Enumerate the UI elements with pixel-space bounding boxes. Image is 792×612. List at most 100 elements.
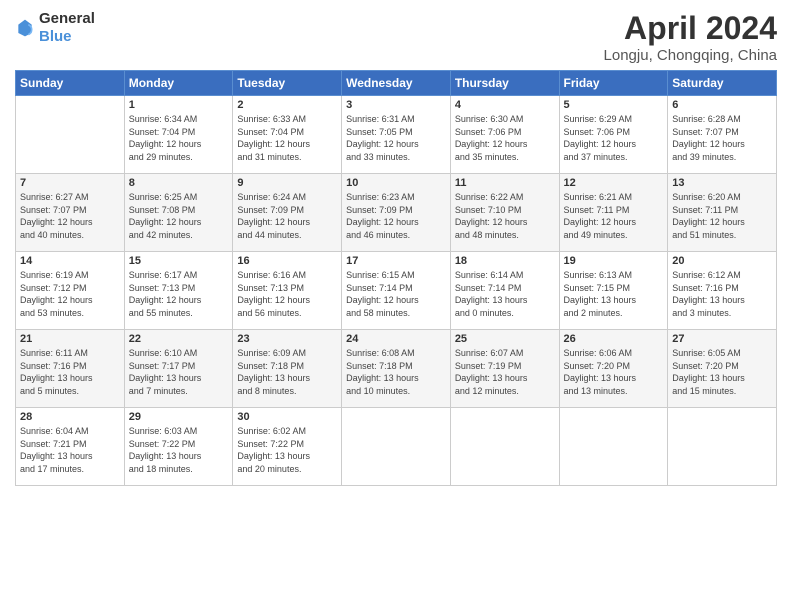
day-number: 16 [237, 255, 337, 267]
title-block: April 2024 Longju, Chongqing, China [604, 10, 777, 64]
day-info: Sunrise: 6:17 AM Sunset: 7:13 PM Dayligh… [129, 269, 229, 319]
calendar-cell: 7Sunrise: 6:27 AM Sunset: 7:07 PM Daylig… [16, 174, 125, 252]
calendar-cell: 30 Sunrise: 6:02 AM Sunset: 7:22 PM Dayli… [233, 408, 342, 486]
calendar-cell: 25Sunrise: 6:07 AM Sunset: 7:19 PM Dayli… [450, 330, 559, 408]
calendar-cell: 14 Sunrise: 6:19 AM Sunset: 7:12 PM Dayli… [16, 252, 125, 330]
day-info: Sunrise: 6:21 AM Sunset: 7:11 PM Dayligh… [564, 191, 664, 241]
day-number: 18 [455, 255, 555, 267]
day-number: 24 [346, 333, 446, 345]
day-info: Sunrise: 6:19 AM Sunset: 7:12 PM Dayligh… [20, 269, 120, 319]
weekday-header-saturday: Saturday [668, 71, 777, 96]
day-info: Sunrise: 6:16 AM Sunset: 7:13 PM Dayligh… [237, 269, 337, 319]
day-number: 30 [237, 411, 337, 423]
calendar-cell: 27 Sunrise: 6:05 AM Sunset: 7:20 PM Dayli… [668, 330, 777, 408]
weekday-header-wednesday: Wednesday [342, 71, 451, 96]
day-number: 8 [129, 177, 229, 189]
day-number: 19 [564, 255, 664, 267]
day-info: Sunrise: 6:11 AM Sunset: 7:16 PM Dayligh… [20, 347, 120, 397]
day-info: Sunrise: 6:25 AM Sunset: 7:08 PM Dayligh… [129, 191, 229, 241]
day-info: Sunrise: 6:05 AM Sunset: 7:20 PM Dayligh… [672, 347, 772, 397]
calendar-cell: 3 Sunrise: 6:31 AM Sunset: 7:05 PM Daylig… [342, 96, 451, 174]
logo-general: General [39, 10, 95, 27]
day-number: 4 [455, 99, 555, 111]
calendar-cell: 5 Sunrise: 6:29 AM Sunset: 7:06 PM Daylig… [559, 96, 668, 174]
day-number: 2 [237, 99, 337, 111]
day-info: Sunrise: 6:31 AM Sunset: 7:05 PM Dayligh… [346, 113, 446, 163]
logo-icon [15, 18, 35, 38]
day-info: Sunrise: 6:04 AM Sunset: 7:21 PM Dayligh… [20, 425, 120, 475]
day-number: 13 [672, 177, 772, 189]
calendar-cell: 18Sunrise: 6:14 AM Sunset: 7:14 PM Dayli… [450, 252, 559, 330]
day-number: 29 [129, 411, 229, 423]
day-info: Sunrise: 6:10 AM Sunset: 7:17 PM Dayligh… [129, 347, 229, 397]
calendar-cell: 16 Sunrise: 6:16 AM Sunset: 7:13 PM Dayli… [233, 252, 342, 330]
calendar-cell [342, 408, 451, 486]
weekday-header-sunday: Sunday [16, 71, 125, 96]
calendar-week-2: 7Sunrise: 6:27 AM Sunset: 7:07 PM Daylig… [16, 174, 777, 252]
calendar-cell: 9Sunrise: 6:24 AM Sunset: 7:09 PM Daylig… [233, 174, 342, 252]
day-info: Sunrise: 6:20 AM Sunset: 7:11 PM Dayligh… [672, 191, 772, 241]
calendar-cell [559, 408, 668, 486]
day-info: Sunrise: 6:30 AM Sunset: 7:06 PM Dayligh… [455, 113, 555, 163]
day-number: 27 [672, 333, 772, 345]
day-info: Sunrise: 6:33 AM Sunset: 7:04 PM Dayligh… [237, 113, 337, 163]
day-info: Sunrise: 6:12 AM Sunset: 7:16 PM Dayligh… [672, 269, 772, 319]
day-number: 15 [129, 255, 229, 267]
day-number: 20 [672, 255, 772, 267]
day-info: Sunrise: 6:29 AM Sunset: 7:06 PM Dayligh… [564, 113, 664, 163]
weekday-row: SundayMondayTuesdayWednesdayThursdayFrid… [16, 71, 777, 96]
calendar-cell: 12 Sunrise: 6:21 AM Sunset: 7:11 PM Dayli… [559, 174, 668, 252]
day-number: 3 [346, 99, 446, 111]
logo-blue: Blue [39, 28, 72, 45]
day-number: 14 [20, 255, 120, 267]
day-info: Sunrise: 6:13 AM Sunset: 7:15 PM Dayligh… [564, 269, 664, 319]
day-number: 6 [672, 99, 772, 111]
calendar-table: SundayMondayTuesdayWednesdayThursdayFrid… [15, 70, 777, 486]
calendar-cell: 26Sunrise: 6:06 AM Sunset: 7:20 PM Dayli… [559, 330, 668, 408]
day-number: 12 [564, 177, 664, 189]
calendar-cell: 28Sunrise: 6:04 AM Sunset: 7:21 PM Dayli… [16, 408, 125, 486]
calendar-cell: 24 Sunrise: 6:08 AM Sunset: 7:18 PM Dayli… [342, 330, 451, 408]
calendar-cell: 13 Sunrise: 6:20 AM Sunset: 7:11 PM Dayli… [668, 174, 777, 252]
calendar-week-3: 14 Sunrise: 6:19 AM Sunset: 7:12 PM Dayli… [16, 252, 777, 330]
day-info: Sunrise: 6:34 AM Sunset: 7:04 PM Dayligh… [129, 113, 229, 163]
day-number: 11 [455, 177, 555, 189]
calendar-week-1: 1 Sunrise: 6:34 AM Sunset: 7:04 PM Daylig… [16, 96, 777, 174]
day-info: Sunrise: 6:28 AM Sunset: 7:07 PM Dayligh… [672, 113, 772, 163]
day-info: Sunrise: 6:02 AM Sunset: 7:22 PM Dayligh… [237, 425, 337, 475]
day-info: Sunrise: 6:23 AM Sunset: 7:09 PM Dayligh… [346, 191, 446, 241]
day-number: 25 [455, 333, 555, 345]
calendar-cell: 17Sunrise: 6:15 AM Sunset: 7:14 PM Dayli… [342, 252, 451, 330]
calendar-body: 1 Sunrise: 6:34 AM Sunset: 7:04 PM Daylig… [16, 96, 777, 486]
weekday-header-tuesday: Tuesday [233, 71, 342, 96]
month-title: April 2024 [604, 10, 777, 47]
calendar-cell [450, 408, 559, 486]
calendar-cell: 23Sunrise: 6:09 AM Sunset: 7:18 PM Dayli… [233, 330, 342, 408]
day-info: Sunrise: 6:27 AM Sunset: 7:07 PM Dayligh… [20, 191, 120, 241]
day-number: 22 [129, 333, 229, 345]
calendar-cell: 15 Sunrise: 6:17 AM Sunset: 7:13 PM Dayli… [124, 252, 233, 330]
calendar-cell: 2 Sunrise: 6:33 AM Sunset: 7:04 PM Daylig… [233, 96, 342, 174]
calendar-cell: 8 Sunrise: 6:25 AM Sunset: 7:08 PM Daylig… [124, 174, 233, 252]
day-info: Sunrise: 6:03 AM Sunset: 7:22 PM Dayligh… [129, 425, 229, 475]
day-number: 5 [564, 99, 664, 111]
day-number: 26 [564, 333, 664, 345]
day-info: Sunrise: 6:08 AM Sunset: 7:18 PM Dayligh… [346, 347, 446, 397]
header: General Blue April 2024 Longju, Chongqin… [15, 10, 777, 64]
weekday-header-thursday: Thursday [450, 71, 559, 96]
day-number: 1 [129, 99, 229, 111]
day-info: Sunrise: 6:09 AM Sunset: 7:18 PM Dayligh… [237, 347, 337, 397]
calendar-cell: 21 Sunrise: 6:11 AM Sunset: 7:16 PM Dayli… [16, 330, 125, 408]
calendar-cell: 1 Sunrise: 6:34 AM Sunset: 7:04 PM Daylig… [124, 96, 233, 174]
day-number: 17 [346, 255, 446, 267]
location: Longju, Chongqing, China [604, 47, 777, 64]
calendar-cell: 19 Sunrise: 6:13 AM Sunset: 7:15 PM Dayli… [559, 252, 668, 330]
weekday-header-friday: Friday [559, 71, 668, 96]
calendar-cell: 22 Sunrise: 6:10 AM Sunset: 7:17 PM Dayli… [124, 330, 233, 408]
day-number: 9 [237, 177, 337, 189]
page-container: General Blue April 2024 Longju, Chongqin… [0, 0, 792, 496]
calendar-cell: 6 Sunrise: 6:28 AM Sunset: 7:07 PM Daylig… [668, 96, 777, 174]
calendar-cell: 20 Sunrise: 6:12 AM Sunset: 7:16 PM Dayli… [668, 252, 777, 330]
day-number: 21 [20, 333, 120, 345]
calendar-cell [16, 96, 125, 174]
